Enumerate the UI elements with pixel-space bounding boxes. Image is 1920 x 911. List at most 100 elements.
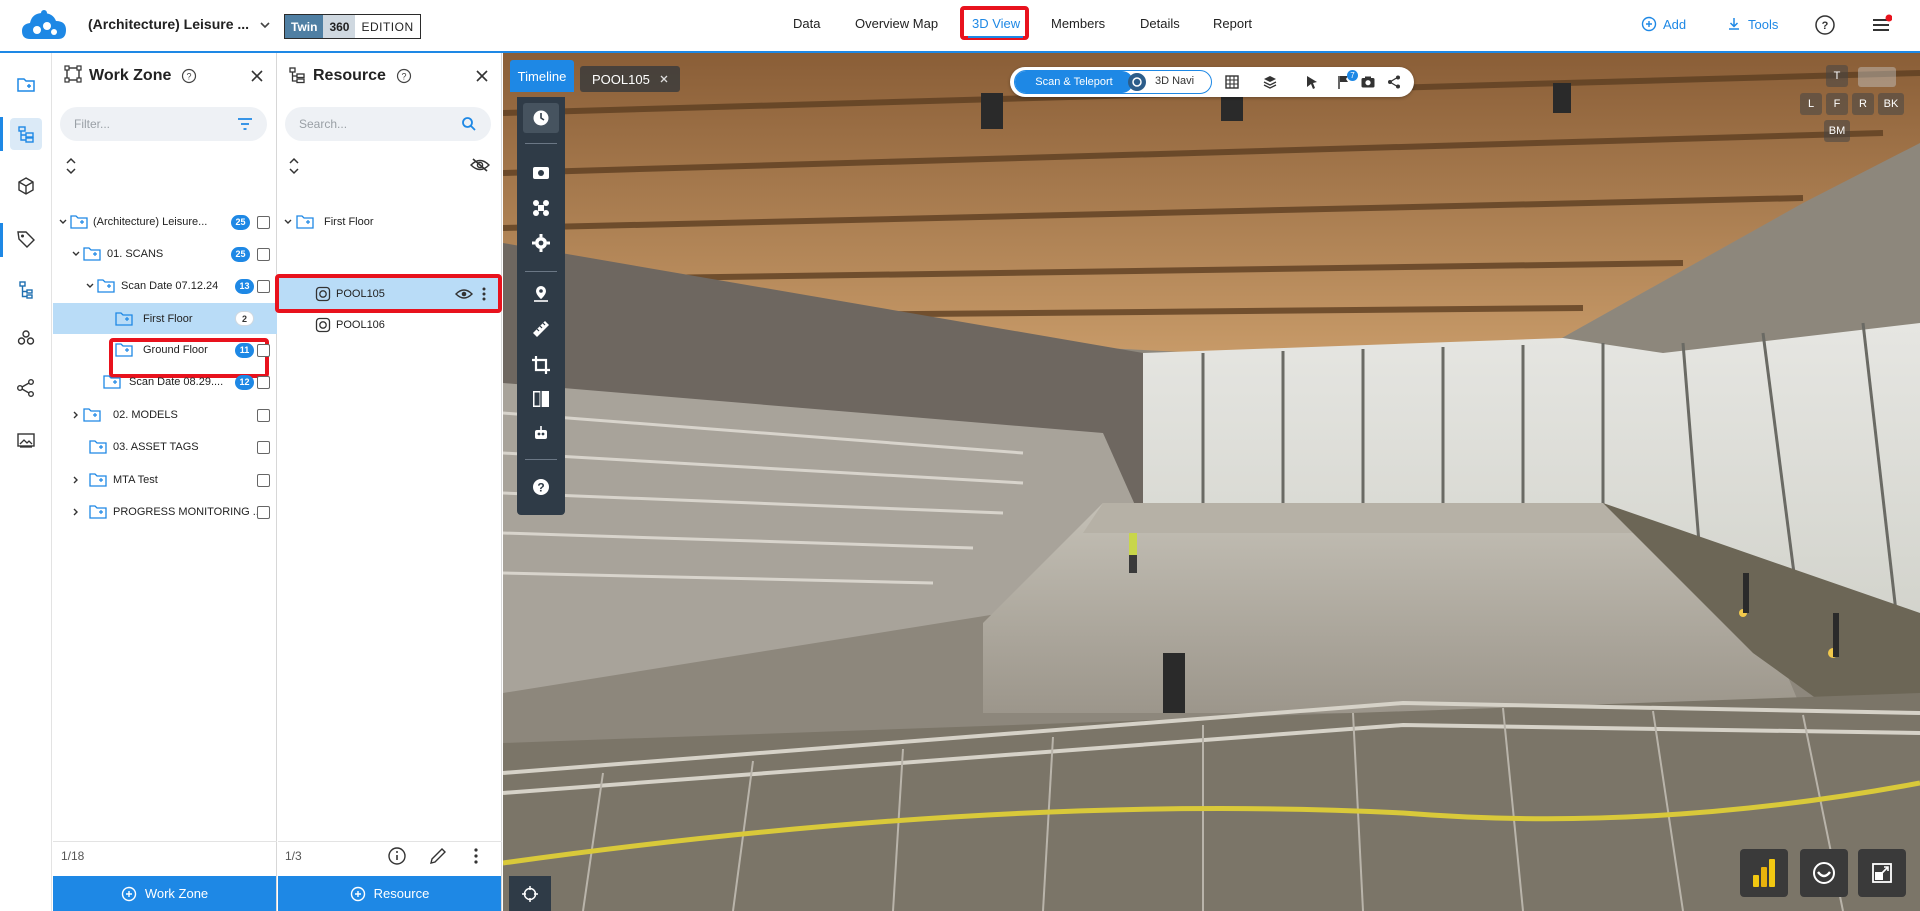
add-circle-icon [350, 886, 365, 901]
nav-data[interactable]: Data [793, 16, 820, 31]
resource-search-input[interactable]: Search... [285, 107, 491, 141]
chevron-down-icon[interactable] [58, 217, 68, 227]
resource-item-pool106[interactable]: POOL106 [278, 311, 502, 339]
scene-tab-label: POOL105 [592, 71, 650, 87]
view-cube-back[interactable]: BK [1878, 93, 1904, 115]
tree-row-first-floor[interactable]: First Floor 2 [53, 303, 277, 334]
help-icon[interactable]: ? [1814, 14, 1836, 36]
info-icon[interactable] [387, 846, 407, 866]
chevron-right-icon[interactable] [71, 507, 81, 517]
tree-row-progress-monitoring[interactable]: PROGRESS MONITORING ... [53, 498, 277, 526]
settings-gear-icon[interactable] [531, 233, 551, 253]
ai-assistant-button[interactable] [1800, 849, 1848, 897]
rail-gallery[interactable] [10, 424, 42, 456]
row-checkbox[interactable] [257, 247, 270, 261]
view-cube-right[interactable]: R [1852, 93, 1874, 115]
robot-icon[interactable] [531, 423, 551, 443]
close-icon[interactable] [474, 68, 490, 84]
view-cube-left[interactable]: L [1800, 93, 1822, 115]
add-workzone-button[interactable]: Work Zone [53, 876, 276, 911]
row-checkbox[interactable] [257, 279, 270, 293]
map-pin-icon[interactable] [531, 284, 551, 304]
mode-3d-navi[interactable]: 3D Navi [1155, 75, 1194, 87]
tree-row-scans[interactable]: 01. SCANS 25 [53, 240, 277, 268]
data-folder-icon [17, 78, 35, 92]
nav-overview-map[interactable]: Overview Map [855, 16, 938, 31]
tree-row-mta-test[interactable]: MTA Test [53, 466, 277, 494]
drone-icon[interactable] [531, 198, 551, 218]
tree-row-ground-floor[interactable]: Ground Floor 11 [53, 336, 277, 364]
add-button[interactable]: Add [1641, 16, 1686, 32]
camera-icon[interactable] [1360, 74, 1376, 90]
chevron-down-icon[interactable] [71, 249, 81, 259]
row-checkbox[interactable] [257, 408, 270, 422]
row-checkbox[interactable] [257, 505, 270, 519]
chevron-right-icon[interactable] [71, 475, 81, 485]
count-badge: 13 [235, 278, 254, 294]
tree-row-asset-tags[interactable]: 03. ASSET TAGS [53, 433, 277, 461]
tree-row-models[interactable]: 02. MODELS [53, 401, 277, 429]
view-cube-front[interactable]: F [1826, 93, 1848, 115]
filter-icon[interactable] [237, 117, 253, 131]
nav-details[interactable]: Details [1140, 16, 1180, 31]
power-bi-button[interactable] [1740, 849, 1788, 897]
rail-tree-structure[interactable] [10, 118, 42, 150]
camera-view-icon[interactable] [531, 163, 551, 183]
collapse-all-icon[interactable] [65, 157, 77, 175]
row-checkbox[interactable] [257, 473, 270, 487]
menu-icon[interactable] [1870, 14, 1892, 36]
row-checkbox[interactable] [257, 343, 270, 357]
row-checkbox[interactable] [257, 215, 270, 229]
rail-data-folder[interactable] [10, 69, 42, 101]
navigation-mode-toggle[interactable]: Scan & Teleport 3D Navi [1014, 70, 1212, 94]
tree-row-scan-date-2[interactable]: Scan Date 08.29.... 12 [53, 368, 277, 396]
tree-label: Scan Date 07.12.24 [121, 280, 219, 292]
rail-hierarchy[interactable] [10, 274, 42, 306]
rail-share[interactable] [10, 372, 42, 404]
tree-row-scan-date-1[interactable]: Scan Date 07.12.24 13 [53, 272, 277, 300]
tools-button[interactable]: Tools [1726, 16, 1778, 32]
nav-report[interactable]: Report [1213, 16, 1252, 31]
mode-scan-teleport[interactable]: Scan & Teleport [1015, 71, 1133, 93]
panorama-viewer[interactable] [503, 53, 1920, 911]
clock-icon[interactable] [531, 108, 551, 128]
locate-button[interactable] [509, 876, 551, 911]
chevron-right-icon[interactable] [71, 410, 81, 420]
resource-folder-row[interactable]: First Floor [278, 208, 502, 236]
help-icon[interactable]: ? [181, 68, 197, 84]
view-cube-bottom[interactable]: BM [1824, 120, 1850, 142]
ruler-icon[interactable] [531, 319, 551, 339]
tab-pool105[interactable]: POOL105 [580, 66, 680, 92]
share-icon[interactable] [1386, 74, 1402, 90]
add-circle-icon [1641, 16, 1657, 32]
help-icon[interactable]: ? [396, 68, 412, 84]
layers-icon[interactable] [1262, 74, 1278, 90]
tree-row-root[interactable]: (Architecture) Leisure... 25 [53, 208, 277, 236]
close-icon[interactable] [660, 75, 668, 83]
grid-icon[interactable] [1224, 74, 1240, 90]
expand-all-icon[interactable] [288, 157, 300, 175]
minimap-button[interactable] [1858, 849, 1906, 897]
workzone-filter-input[interactable]: Filter... [60, 107, 267, 141]
crop-icon[interactable] [531, 355, 551, 375]
more-vertical-icon[interactable] [473, 846, 479, 866]
row-checkbox[interactable] [257, 375, 270, 389]
chevron-down-icon[interactable] [85, 281, 95, 291]
help-icon[interactable]: ? [531, 477, 551, 497]
edit-pencil-icon[interactable] [428, 846, 448, 866]
pointer-icon[interactable] [1304, 74, 1320, 90]
search-icon[interactable] [461, 116, 477, 132]
chevron-down-icon[interactable] [283, 217, 293, 227]
view-cube-toggle[interactable] [1858, 67, 1896, 87]
view-cube-top[interactable]: T [1826, 65, 1848, 87]
tab-timeline[interactable]: Timeline [510, 60, 574, 92]
add-resource-button[interactable]: Resource [278, 876, 501, 911]
compare-icon[interactable] [531, 389, 551, 409]
nav-members[interactable]: Members [1051, 16, 1105, 31]
rail-cluster[interactable] [10, 322, 42, 354]
rail-tags[interactable] [10, 223, 42, 255]
eye-off-icon[interactable] [470, 157, 490, 173]
row-checkbox[interactable] [257, 440, 270, 454]
close-icon[interactable] [249, 68, 265, 84]
rail-model[interactable] [10, 170, 42, 202]
